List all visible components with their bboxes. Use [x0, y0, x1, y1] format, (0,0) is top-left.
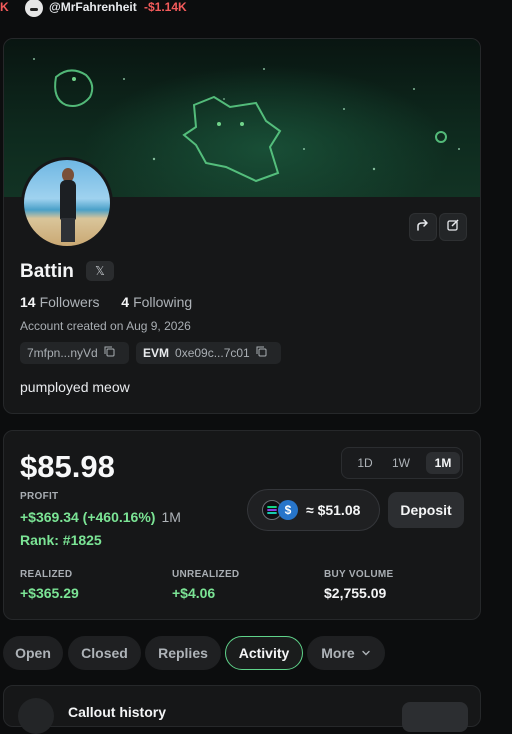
tab-replies[interactable]: Replies [145, 636, 221, 670]
tab-more[interactable]: More [307, 636, 385, 670]
chain-balance: ≈ $51.08 [306, 502, 361, 518]
rank: Rank: #1825 [20, 532, 102, 548]
callout-history-title: Callout history [68, 704, 167, 720]
profile-card: Battin 𝕏 14 Followers 4 Following Account … [3, 38, 481, 414]
evm-tag: EVM [143, 346, 170, 360]
profile-bio: pumployed meow [20, 379, 130, 395]
edit-icon [446, 218, 460, 237]
ticker-handle[interactable]: @MrFahrenheit [49, 0, 137, 14]
ticker-avatar [25, 0, 43, 17]
sol-address-chip[interactable]: 7mfpn...nyVd [20, 342, 129, 364]
chain-balance-pill[interactable]: $ ≈ $51.08 [247, 489, 380, 531]
copy-icon[interactable] [256, 346, 267, 360]
profit-period: 1M [161, 509, 181, 525]
unrealized-value: +$4.06 [172, 585, 216, 601]
buy-volume-value: $2,755.09 [324, 585, 387, 601]
profit-label: PROFIT [20, 491, 59, 502]
callout-history-card: Callout history [3, 685, 481, 734]
share-icon [416, 218, 430, 237]
ticker-lead: K [0, 0, 9, 14]
deposit-button[interactable]: Deposit [388, 492, 464, 528]
profile-avatar [21, 157, 113, 249]
timeframe-1d[interactable]: 1D [350, 452, 380, 474]
tab-closed[interactable]: Closed [68, 636, 141, 670]
chevron-down-icon [361, 645, 371, 661]
x-social-link[interactable]: 𝕏 [86, 261, 114, 281]
profit-value: +$369.34 (+460.16%) 1M [20, 509, 181, 525]
display-name: Battin [20, 261, 74, 282]
realized-label: REALIZED [20, 569, 73, 580]
following-link[interactable]: 4 Following [121, 294, 192, 310]
timeframe-selector: 1D 1W 1M [341, 447, 463, 479]
tab-open[interactable]: Open [3, 636, 63, 670]
callout-history-button[interactable] [402, 702, 468, 732]
portfolio-balance: $85.98 [20, 449, 115, 484]
history-icon [18, 698, 54, 734]
buy-volume-label: BUY VOLUME [324, 569, 394, 580]
timeframe-1w[interactable]: 1W [386, 452, 416, 474]
evm-address: 0xe09c...7c01 [175, 346, 250, 360]
usdc-icon: $ [278, 500, 298, 520]
stats-card: $85.98 1D 1W 1M PROFIT +$369.34 (+460.16… [3, 430, 481, 620]
tab-more-label: More [321, 645, 355, 661]
edit-profile-button[interactable] [439, 213, 467, 241]
evm-address-chip[interactable]: EVM 0xe09c...7c01 [136, 342, 281, 364]
copy-icon[interactable] [104, 346, 115, 360]
timeframe-1m[interactable]: 1M [426, 452, 460, 474]
followers-link[interactable]: 14 Followers [20, 294, 99, 310]
tab-activity[interactable]: Activity [225, 636, 303, 670]
sol-address: 7mfpn...nyVd [27, 346, 98, 360]
follow-stats: 14 Followers 4 Following [20, 294, 192, 310]
ticker-bar: K @MrFahrenheit -$1.14K [0, 0, 512, 17]
ticker-pnl: -$1.14K [144, 0, 187, 14]
share-button[interactable] [409, 213, 437, 241]
realized-value: +$365.29 [20, 585, 79, 601]
unrealized-label: UNREALIZED [172, 569, 240, 580]
account-created: Account created on Aug 9, 2026 [20, 319, 191, 333]
